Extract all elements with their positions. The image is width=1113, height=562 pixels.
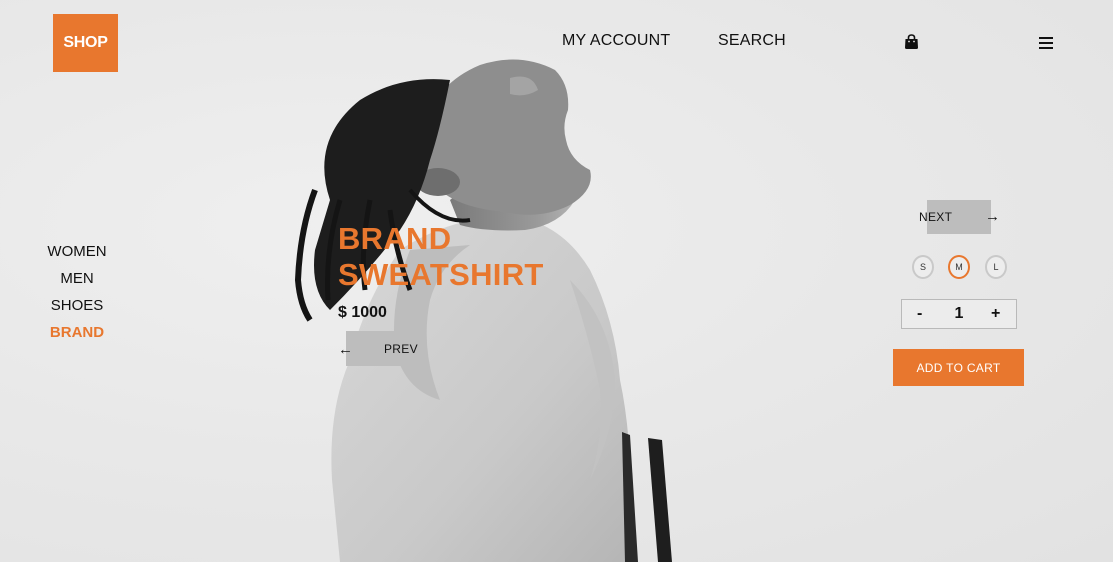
hero-image	[270, 50, 690, 562]
arrow-right-icon: →	[985, 208, 1000, 225]
product-title: BRAND SWEATSHIRT	[338, 221, 598, 293]
arrow-left-icon: ←	[338, 341, 353, 358]
quantity-increase-button[interactable]: +	[991, 305, 1000, 323]
prev-label: PREV	[384, 342, 418, 356]
category-women[interactable]: WOMEN	[40, 243, 114, 270]
size-option-m[interactable]: M	[948, 255, 970, 279]
quantity-value[interactable]: 1	[952, 305, 966, 323]
shopping-bag-icon[interactable]	[904, 34, 919, 50]
category-shoes[interactable]: SHOES	[40, 297, 114, 324]
category-nav: WOMEN MEN SHOES BRAND	[40, 243, 114, 351]
category-men[interactable]: MEN	[40, 270, 114, 297]
prev-button[interactable]: ← PREV	[336, 331, 418, 366]
product-title-line2: SWEATSHIRT	[338, 257, 544, 292]
product-title-line1: BRAND	[338, 221, 452, 256]
add-to-cart-button[interactable]: ADD TO CART	[893, 349, 1024, 386]
size-option-s[interactable]: S	[912, 255, 934, 279]
quantity-stepper: - 1 +	[901, 299, 1017, 329]
product-price: $ 1000	[338, 304, 387, 321]
quantity-decrease-button[interactable]: -	[917, 305, 922, 323]
next-label: NEXT	[919, 210, 953, 224]
my-account-link[interactable]: MY ACCOUNT	[562, 32, 670, 50]
size-option-l[interactable]: L	[985, 255, 1007, 279]
shop-logo[interactable]: SHOP	[53, 14, 118, 72]
hamburger-menu-icon[interactable]	[1039, 36, 1053, 49]
next-button[interactable]: NEXT →	[918, 200, 1000, 234]
search-link[interactable]: SEARCH	[718, 32, 786, 50]
category-brand[interactable]: BRAND	[40, 324, 114, 351]
logo-text: SHOP	[63, 34, 108, 51]
product-page: SHOP MY ACCOUNT SEARCH WOMEN MEN SHOES B…	[0, 0, 1113, 562]
